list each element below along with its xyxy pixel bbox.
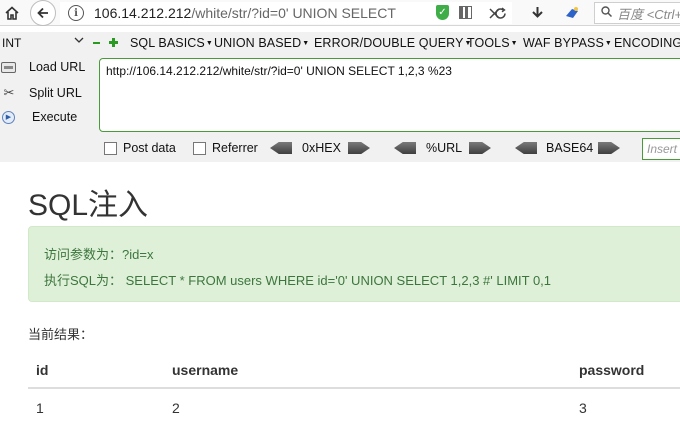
- base64-label: BASE64: [546, 141, 594, 155]
- result-label: 当前结果：: [28, 327, 94, 342]
- url-encode-arrow-icon[interactable]: [469, 142, 491, 154]
- menu-label: SQL BASICS: [130, 36, 205, 50]
- url-textarea[interactable]: http://106.14.212.212/white/str/?id=0' U…: [99, 58, 680, 132]
- execute-button[interactable]: ▶ Execute: [0, 106, 96, 128]
- url-decode-arrow-icon[interactable]: [394, 142, 416, 154]
- page-title: SQL注入: [28, 189, 149, 222]
- referrer-checkbox[interactable]: [193, 142, 206, 155]
- load-url-icon: [0, 59, 16, 75]
- menu-union-based[interactable]: UNION BASED▼: [214, 36, 309, 50]
- sql-line: 执行SQL为： SELECT * FROM users WHERE id='0'…: [44, 270, 551, 289]
- menu-label: WAF BYPASS: [523, 36, 604, 50]
- reload-icon[interactable]: [490, 3, 510, 23]
- dropdown-triangle-icon: ▼: [205, 40, 213, 47]
- dropdown-triangle-icon: ▼: [604, 40, 612, 47]
- qr-code-icon[interactable]: [459, 6, 472, 19]
- menu-label: ENCODING: [614, 36, 680, 50]
- cell-id: 1: [36, 400, 44, 416]
- post-data-checkbox[interactable]: [104, 142, 117, 155]
- insert-string-input[interactable]: Insert string to replace: [642, 138, 680, 160]
- param-label: 访问参数为：: [44, 247, 123, 262]
- column-header-username: username: [172, 362, 239, 378]
- tracking-protection-shield-icon[interactable]: ✓: [436, 5, 449, 20]
- plus-icon[interactable]: [109, 38, 118, 47]
- download-icon[interactable]: [527, 3, 547, 23]
- menu-sql-basics[interactable]: SQL BASICS▼: [130, 36, 213, 50]
- execute-icon: ▶: [0, 109, 16, 125]
- info-icon[interactable]: i: [68, 5, 84, 21]
- load-url-button[interactable]: Load URL: [0, 56, 96, 78]
- sql-label: 执行SQL为：: [44, 273, 123, 288]
- minus-icon[interactable]: [93, 42, 100, 44]
- menu-label: UNION BASED: [214, 36, 302, 50]
- search-icon: [601, 6, 613, 20]
- split-url-button[interactable]: ✂ Split URL: [0, 82, 96, 104]
- param-line: 访问参数为：?id=x: [44, 244, 153, 263]
- menu-tools[interactable]: TOOLS▼: [467, 36, 518, 50]
- hackbar-options: Post data Referrer 0xHEX %URL BASE64 Ins…: [0, 136, 680, 160]
- url-encode-label: %URL: [426, 141, 463, 155]
- browser-toolbar: i 106.14.212.212/white/str/?id=0' UNION …: [0, 0, 680, 26]
- menu-label: TOOLS: [467, 36, 510, 50]
- column-header-id: id: [36, 362, 49, 378]
- menu-encoding[interactable]: ENCODING: [614, 36, 680, 50]
- cell-username: 2: [172, 400, 180, 416]
- url-host: 106.14.212.212: [94, 5, 192, 21]
- cell-password: 3: [579, 400, 587, 416]
- select-value: INT: [2, 36, 22, 50]
- menu-label: ERROR/DOUBLE QUERY: [314, 36, 464, 50]
- table-row: 1 2 3: [28, 390, 680, 427]
- base64-encode-arrow-icon[interactable]: [598, 142, 620, 154]
- dropdown-triangle-icon: ▼: [302, 40, 310, 47]
- extension-icon[interactable]: [562, 3, 582, 23]
- injection-type-select[interactable]: INT: [0, 34, 88, 52]
- menu-error-double-query[interactable]: ERROR/DOUBLE QUERY▼: [314, 36, 472, 50]
- search-placeholder: 百度 <Ctrl+K>: [617, 6, 680, 22]
- hex-encode-arrow-icon[interactable]: [348, 142, 370, 154]
- dropdown-triangle-icon: ▼: [510, 40, 518, 47]
- address-url: 106.14.212.212/white/str/?id=0' UNION SE…: [94, 5, 396, 21]
- execute-label: Execute: [32, 110, 78, 124]
- hex-decode-arrow-icon[interactable]: [270, 142, 292, 154]
- hackbar-menu: INT SQL BASICS▼ UNION BASED▼ ERROR/DOUBL…: [0, 32, 680, 54]
- load-url-label: Load URL: [29, 60, 86, 74]
- split-url-label: Split URL: [29, 86, 82, 100]
- alert-success: 访问参数为：?id=x 执行SQL为： SELECT * FROM users …: [28, 226, 680, 302]
- post-data-label: Post data: [123, 141, 176, 155]
- url-path: /white/str/?id=0' UNION SELECT: [191, 5, 396, 21]
- referrer-label: Referrer: [212, 141, 258, 155]
- sql-value: SELECT * FROM users WHERE id='0' UNION S…: [125, 273, 552, 288]
- hex-label: 0xHEX: [302, 141, 341, 155]
- hackbar-panel: Load URL ✂ Split URL ▶ Execute http://10…: [0, 54, 680, 162]
- search-input[interactable]: 百度 <Ctrl+K>: [594, 2, 680, 24]
- column-header-password: password: [579, 362, 645, 378]
- table-header: id username password: [28, 352, 680, 389]
- base64-decode-arrow-icon[interactable]: [515, 142, 537, 154]
- chevron-down-icon: [74, 34, 84, 49]
- back-arrow-icon[interactable]: [30, 0, 56, 26]
- menu-waf-bypass[interactable]: WAF BYPASS▼: [523, 36, 612, 50]
- home-icon[interactable]: [1, 2, 23, 24]
- param-value: ?id=x: [122, 247, 154, 262]
- split-url-icon: ✂: [3, 85, 15, 100]
